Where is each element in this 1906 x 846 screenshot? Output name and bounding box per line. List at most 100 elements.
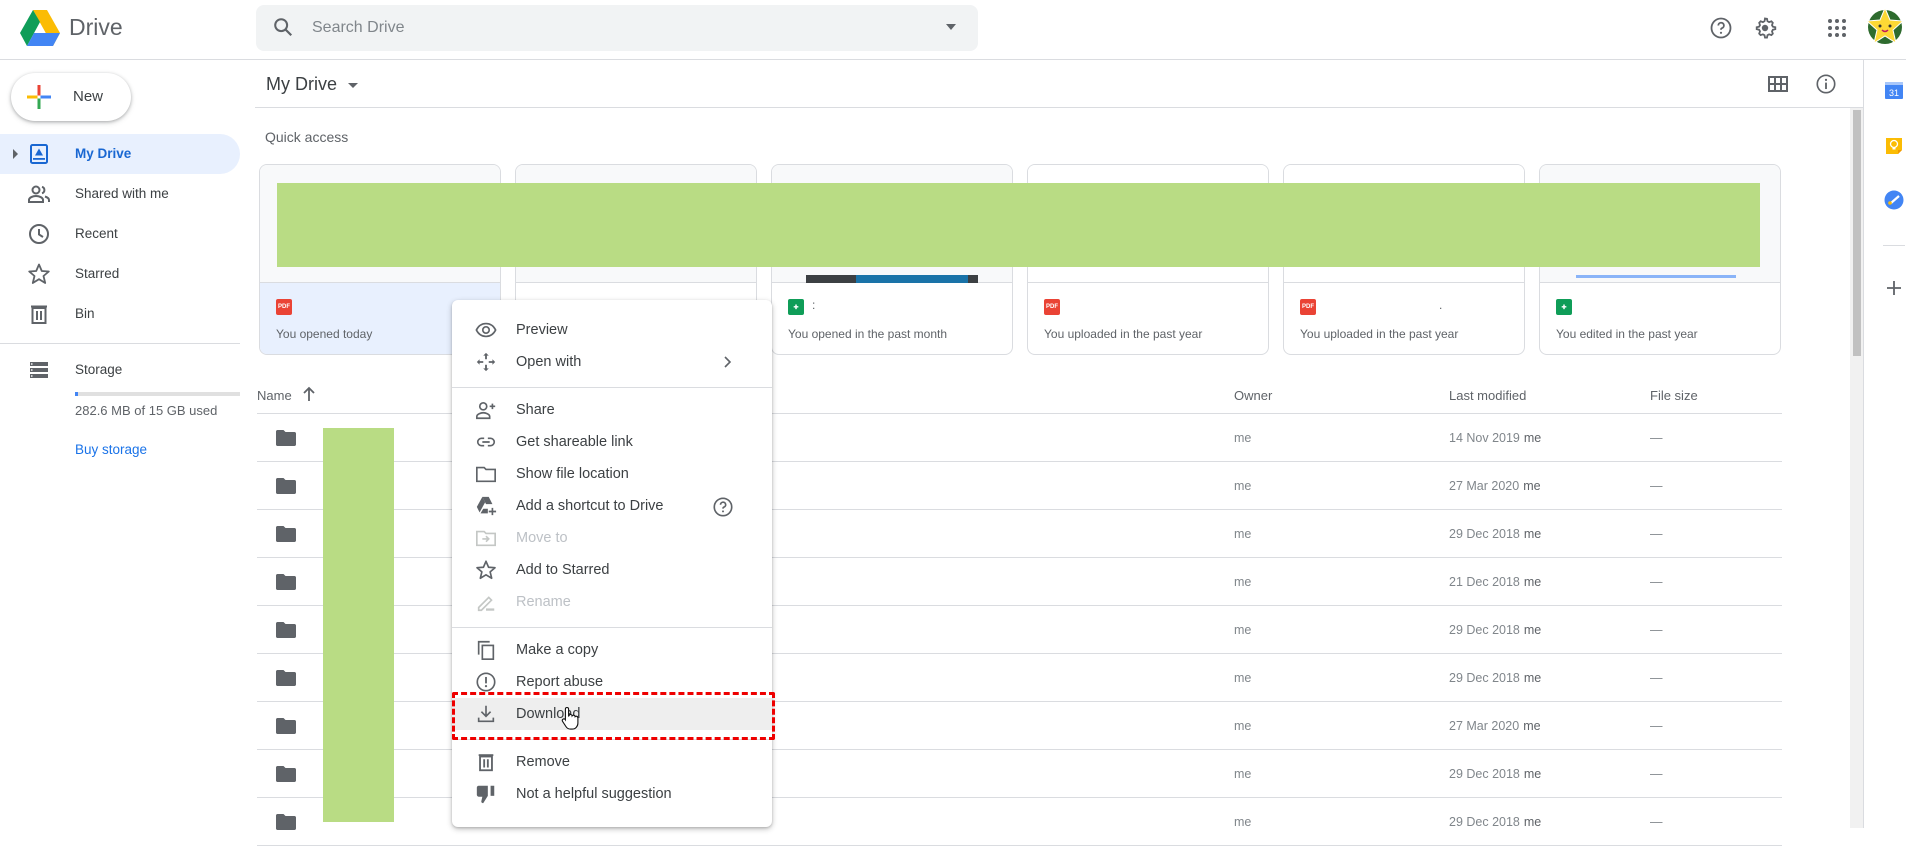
folder-icon (276, 430, 296, 446)
folder-icon (475, 463, 497, 485)
clock-icon (27, 222, 51, 246)
menu-item-report-abuse[interactable]: Report abuse (452, 666, 772, 698)
sidebar-item-storage[interactable]: Storage (0, 350, 240, 390)
pdf-file-icon: PDF (1044, 299, 1060, 315)
account-avatar[interactable] (1865, 6, 1905, 46)
tasks-check-icon[interactable] (1884, 190, 1904, 210)
owner-cell: me (1234, 671, 1252, 685)
info-icon[interactable] (1815, 73, 1837, 95)
last-modified-cell: 14 Nov 2019 me (1449, 431, 1541, 445)
menu-item-rename[interactable]: Rename (452, 586, 772, 618)
trash-icon (27, 302, 51, 326)
folder-icon (276, 526, 296, 542)
help-icon[interactable] (712, 496, 734, 518)
side-panel: 31 (1863, 60, 1906, 828)
menu-item-add-to-starred[interactable]: Add to Starred (452, 554, 772, 586)
help-icon[interactable] (1707, 14, 1735, 42)
column-header-last-modified[interactable]: Last modified (1449, 388, 1526, 403)
sheets-file-icon: ✚ (788, 299, 804, 315)
search-options-dropdown-icon[interactable] (946, 24, 956, 30)
menu-item-label: Not a helpful suggestion (516, 786, 672, 802)
sidebar-item-starred[interactable]: Starred (0, 254, 240, 294)
column-header-owner[interactable]: Owner (1234, 388, 1272, 403)
settings-gear-icon[interactable] (1751, 14, 1779, 42)
buy-storage-link[interactable]: Buy storage (75, 442, 147, 457)
menu-item-preview[interactable]: Preview (452, 314, 772, 346)
modified-by: me (1523, 815, 1542, 829)
menu-item-not-helpful[interactable]: Not a helpful suggestion (452, 778, 772, 810)
last-modified-cell: 27 Mar 2020 me (1449, 719, 1541, 733)
folder-icon (276, 478, 296, 494)
storage-usage-bar (75, 392, 240, 396)
download-icon (475, 703, 497, 725)
card-reason: You uploaded in the past year (1300, 327, 1459, 341)
owner-cell: me (1234, 479, 1252, 493)
sidebar-item-label: Starred (75, 266, 120, 281)
owner-cell: me (1234, 575, 1252, 589)
modified-date: 29 Dec 2018 (1449, 671, 1520, 685)
owner-cell: me (1234, 719, 1252, 733)
menu-item-label: Move to (516, 530, 568, 546)
breadcrumb-my-drive[interactable]: My Drive (266, 74, 337, 95)
search-icon[interactable] (272, 16, 294, 38)
keep-bulb-icon[interactable] (1884, 136, 1904, 156)
menu-item-label: Remove (516, 754, 570, 770)
context-menu: Preview Open with Share Get shareable li… (452, 300, 772, 827)
sidebar-item-label: Recent (75, 226, 118, 241)
sort-ascending-arrow-icon[interactable] (302, 386, 316, 402)
new-button[interactable]: New (11, 73, 131, 121)
column-header-name[interactable]: Name (257, 388, 292, 403)
plus-icon (27, 85, 51, 109)
sidebar-item-bin[interactable]: Bin (0, 294, 240, 334)
sidebar-item-label: Bin (75, 306, 95, 321)
file-size-cell: — (1650, 671, 1663, 685)
menu-item-add-shortcut[interactable]: Add a shortcut to Drive (452, 490, 772, 522)
app-title[interactable]: Drive (69, 14, 123, 41)
column-header-file-size[interactable]: File size (1650, 388, 1698, 403)
modified-date: 29 Dec 2018 (1449, 815, 1520, 829)
menu-item-open-with[interactable]: Open with (452, 346, 772, 378)
folder-icon (276, 766, 296, 782)
add-addon-plus-icon[interactable] (1884, 278, 1904, 298)
apps-grid-icon[interactable] (1823, 14, 1851, 42)
drive-logo[interactable] (20, 10, 60, 46)
grid-view-icon[interactable] (1767, 73, 1789, 95)
menu-item-label: Get shareable link (516, 434, 633, 450)
sidebar-item-my-drive[interactable]: My Drive (0, 134, 240, 174)
sidebar-item-shared-with-me[interactable]: Shared with me (0, 174, 240, 214)
menu-item-share[interactable]: Share (452, 394, 772, 426)
last-modified-cell: 29 Dec 2018 me (1449, 815, 1541, 829)
modified-by: me (1523, 671, 1542, 685)
calendar-icon[interactable]: 31 (1884, 80, 1904, 100)
eye-icon (475, 319, 497, 341)
menu-item-get-shareable-link[interactable]: Get shareable link (452, 426, 772, 458)
scrollbar-thumb[interactable] (1853, 110, 1861, 356)
menu-item-label: Add to Starred (516, 562, 610, 578)
copy-icon (475, 639, 497, 661)
last-modified-cell: 29 Dec 2018 me (1449, 767, 1541, 781)
expand-caret-icon[interactable] (13, 149, 18, 159)
trash-icon (475, 751, 497, 773)
side-panel-divider (1883, 245, 1905, 246)
search-bar[interactable] (256, 5, 978, 51)
search-input[interactable] (312, 5, 912, 51)
card-reason: You edited in the past year (1556, 327, 1698, 341)
storage-label: Storage (75, 362, 123, 377)
sidebar-item-recent[interactable]: Recent (0, 214, 240, 254)
modified-by: me (1523, 479, 1541, 493)
menu-item-move-to[interactable]: Move to (452, 522, 772, 554)
menu-item-remove[interactable]: Remove (452, 746, 772, 778)
card-reason: You opened in the past month (788, 327, 948, 341)
chevron-down-icon[interactable] (348, 83, 358, 88)
menu-item-download[interactable]: Download (452, 698, 772, 730)
modified-date: 14 Nov 2019 (1449, 431, 1520, 445)
file-name: : (812, 298, 816, 312)
storage-usage-fill (75, 392, 78, 396)
file-size-cell: — (1650, 719, 1663, 733)
top-bar: Drive (0, 0, 1906, 60)
file-size-cell: — (1650, 767, 1663, 781)
owner-cell: me (1234, 767, 1252, 781)
last-modified-cell: 27 Mar 2020 me (1449, 479, 1541, 493)
menu-item-show-file-location[interactable]: Show file location (452, 458, 772, 490)
menu-item-make-a-copy[interactable]: Make a copy (452, 634, 772, 666)
